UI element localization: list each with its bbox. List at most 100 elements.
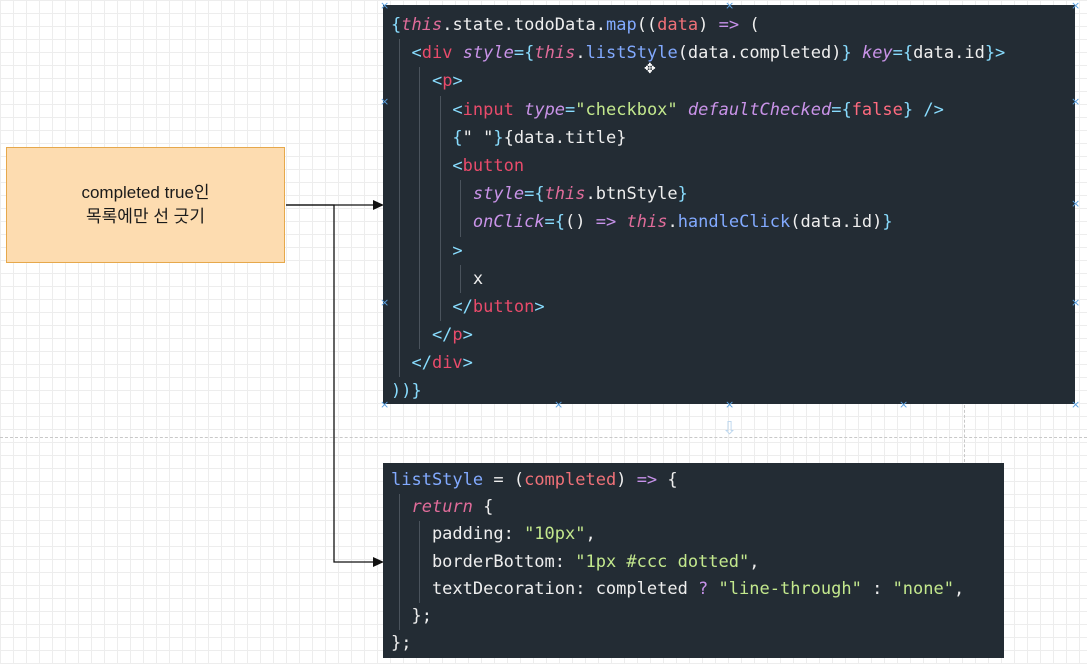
indent-guide	[439, 236, 441, 265]
code-token: this	[626, 212, 668, 233]
indent-guide	[419, 236, 421, 265]
move-cursor-icon: ✥	[644, 61, 656, 77]
indent-guide	[439, 264, 441, 293]
indent-guide	[399, 494, 400, 522]
code-token: ,	[953, 578, 965, 599]
indent-guide	[460, 208, 462, 237]
code-token: ={	[513, 43, 535, 64]
indent-guide	[419, 264, 421, 293]
code-token: }	[882, 212, 893, 233]
code-line: listStyle = (completed) => {	[383, 467, 1004, 494]
selection-handle-icon[interactable]: ×	[1071, 198, 1080, 209]
code-line: };	[383, 602, 1004, 631]
code-token: ))}	[391, 381, 422, 402]
selection-handle-icon[interactable]: ×	[725, 0, 734, 11]
code-token: ()	[565, 212, 596, 233]
anchor-arrow-icon: ⇩	[722, 418, 738, 439]
code-token: {	[657, 470, 678, 490]
code-block-map-render[interactable]: {this.state.todoData.map((data) => ( <di…	[383, 5, 1075, 404]
selection-handle-icon[interactable]: ×	[1071, 96, 1080, 107]
code-line: onClick={() => this.handleClick(data.id)…	[383, 208, 1075, 237]
code-token: map	[605, 15, 637, 35]
code-token: div	[421, 43, 453, 64]
indent-guide	[439, 95, 441, 124]
indent-guide	[439, 292, 441, 322]
indent-guide	[399, 39, 400, 68]
indent-guide	[439, 180, 441, 209]
code-token: " "	[462, 127, 494, 148]
code-token: padding:	[391, 524, 525, 545]
code-token: }	[493, 127, 504, 148]
code-token: }>	[984, 43, 1006, 64]
indent-guide	[399, 95, 400, 124]
code-token: defaultChecked	[687, 99, 832, 120]
code-token: </	[391, 325, 453, 346]
code-token: .	[575, 43, 586, 64]
code-token: ,	[585, 524, 596, 545]
indent-guide	[419, 67, 421, 96]
selection-handle-icon[interactable]: ×	[1071, 0, 1080, 11]
code-line: {this.state.todoData.map((data) => (	[383, 11, 1075, 39]
code-token: (data.completed)	[677, 43, 842, 64]
code-token: onClick	[472, 212, 545, 233]
indent-guide	[399, 67, 400, 96]
code-token: {	[391, 15, 402, 35]
code-token: x	[391, 268, 484, 289]
code-token: )	[698, 15, 719, 35]
code-token: listStyle	[391, 470, 484, 490]
code-token: handleClick	[677, 212, 791, 233]
indent-guide	[399, 349, 400, 378]
code-token: data.id	[913, 43, 985, 64]
code-token: ={	[892, 43, 914, 64]
code-line: borderBottom: "1px #ccc dotted",	[383, 548, 1004, 576]
code-token: (	[739, 15, 760, 35]
code-token: {data.title}	[503, 127, 627, 148]
code-block-liststyle[interactable]: listStyle = (completed) => { return { pa…	[383, 463, 1004, 658]
selection-handle-icon[interactable]: ×	[1071, 297, 1080, 308]
indent-guide	[399, 208, 400, 237]
code-token: button	[472, 296, 535, 317]
selection-handle-icon[interactable]: ×	[380, 96, 389, 107]
code-token: .btnStyle	[585, 184, 678, 205]
selection-handle-icon[interactable]: ×	[380, 0, 389, 11]
code-line: {" "}{data.title}	[383, 123, 1075, 152]
code-token: ?	[698, 578, 709, 599]
indent-guide	[399, 321, 400, 350]
selection-handle-icon[interactable]: ×	[899, 399, 908, 410]
code-token: };	[391, 605, 432, 626]
code-line: x	[383, 264, 1075, 293]
selection-handle-icon[interactable]: ×	[1071, 399, 1080, 410]
code-token: "10px"	[524, 524, 586, 545]
code-token: <	[391, 155, 463, 176]
code-line: </div>	[383, 349, 1075, 378]
code-token: "1px #ccc dotted"	[575, 551, 750, 572]
code-line: <input type="checkbox" defaultChecked={f…	[383, 95, 1075, 124]
selection-handle-icon[interactable]: ×	[380, 399, 389, 410]
code-token: :	[861, 578, 893, 599]
code-token: style	[462, 43, 514, 64]
code-line: >	[383, 236, 1075, 265]
selection-handle-icon[interactable]: ×	[554, 399, 563, 410]
code-token: false	[851, 99, 903, 120]
code-token: {	[391, 127, 463, 148]
code-token: return	[411, 497, 473, 518]
selection-handle-icon[interactable]: ×	[380, 297, 389, 308]
indent-guide	[399, 123, 400, 152]
code-token: </	[391, 296, 473, 317]
indent-guide	[419, 123, 421, 152]
indent-guide	[419, 95, 421, 124]
code-token: >	[462, 353, 473, 374]
code-token: input	[462, 99, 514, 120]
indent-guide	[399, 575, 400, 603]
code-token: completed	[524, 470, 617, 490]
code-token: .	[667, 212, 678, 233]
code-token: textDecoration: completed	[391, 578, 699, 599]
indent-guide	[399, 292, 400, 322]
code-token: button	[462, 155, 525, 176]
selection-handle-icon[interactable]: ×	[725, 399, 734, 410]
code-line: <p>	[383, 67, 1075, 96]
code-token: ,	[749, 551, 760, 572]
